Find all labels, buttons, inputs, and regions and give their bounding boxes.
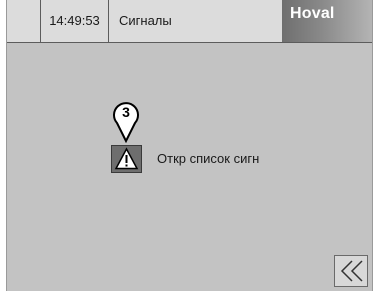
header-bar: 14:49:53 Сигналы Hoval <box>7 0 372 43</box>
brand-logo: Hoval <box>282 0 372 42</box>
callout-marker: 3 <box>111 99 141 144</box>
warning-icon[interactable] <box>111 145 142 173</box>
alarm-list-label[interactable]: Откр список сигн <box>157 151 259 166</box>
display-screen: 14:49:53 Сигналы Hoval 3 Откр список сиг… <box>6 0 373 291</box>
header-blank-cell <box>7 0 41 42</box>
page-title: Сигналы <box>119 13 172 28</box>
callout-number: 3 <box>122 104 130 120</box>
brand-logo-text: Hoval <box>290 5 335 22</box>
back-button[interactable] <box>334 255 368 287</box>
clock-time: 14:49:53 <box>41 0 109 42</box>
double-chevron-left-icon <box>340 260 363 282</box>
